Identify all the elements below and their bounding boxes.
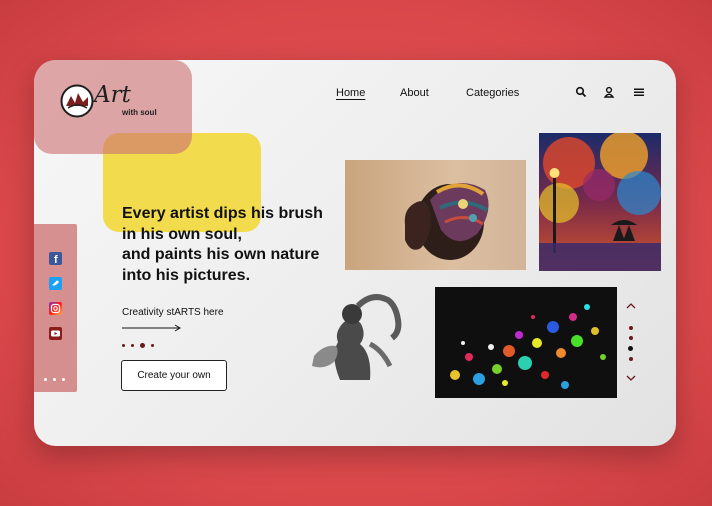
autumn-street-painting[interactable] bbox=[539, 133, 661, 271]
chevron-up-icon[interactable] bbox=[626, 303, 636, 309]
headline-line: into his pictures. bbox=[122, 266, 251, 284]
brand-subtitle: with soul bbox=[122, 108, 157, 117]
hero-pagination-dots[interactable] bbox=[122, 343, 154, 348]
chevron-down-icon[interactable] bbox=[626, 375, 636, 381]
search-icon[interactable] bbox=[575, 86, 587, 98]
main-card: Art with soul Home About Categories f Ev… bbox=[34, 60, 676, 446]
user-icon[interactable] bbox=[603, 86, 615, 98]
headline-line: Every artist dips his brush bbox=[122, 205, 323, 222]
tagline: Creativity stARTS here bbox=[122, 307, 224, 318]
portrait-headwrap-painting[interactable] bbox=[345, 160, 526, 270]
twitter-icon[interactable] bbox=[49, 277, 62, 290]
instagram-icon[interactable] bbox=[49, 302, 62, 315]
woman-sketch-drawing[interactable] bbox=[300, 286, 403, 381]
social-sidebar: f bbox=[34, 224, 77, 392]
nav-categories-link[interactable]: Categories bbox=[466, 87, 519, 99]
menu-icon[interactable] bbox=[633, 86, 645, 98]
arrow-right-icon[interactable] bbox=[122, 324, 182, 332]
headline-line: in his own soul, bbox=[122, 225, 242, 243]
colorful-dots-painting[interactable] bbox=[435, 287, 617, 398]
headline-line: and paints his own nature bbox=[122, 246, 320, 263]
nav-home-link[interactable]: Home bbox=[336, 87, 365, 99]
youtube-icon[interactable] bbox=[49, 327, 62, 340]
nav-about-link[interactable]: About bbox=[400, 87, 429, 99]
logo-icon[interactable] bbox=[60, 84, 94, 118]
svg-text:f: f bbox=[54, 254, 58, 265]
hero-headline: Every artist dips his brush in his own s… bbox=[122, 204, 352, 286]
create-your-own-button[interactable]: Create your own bbox=[121, 360, 227, 391]
brand-title: Art bbox=[94, 82, 131, 108]
social-pagination-dots bbox=[44, 378, 65, 381]
facebook-icon[interactable]: f bbox=[49, 252, 62, 266]
